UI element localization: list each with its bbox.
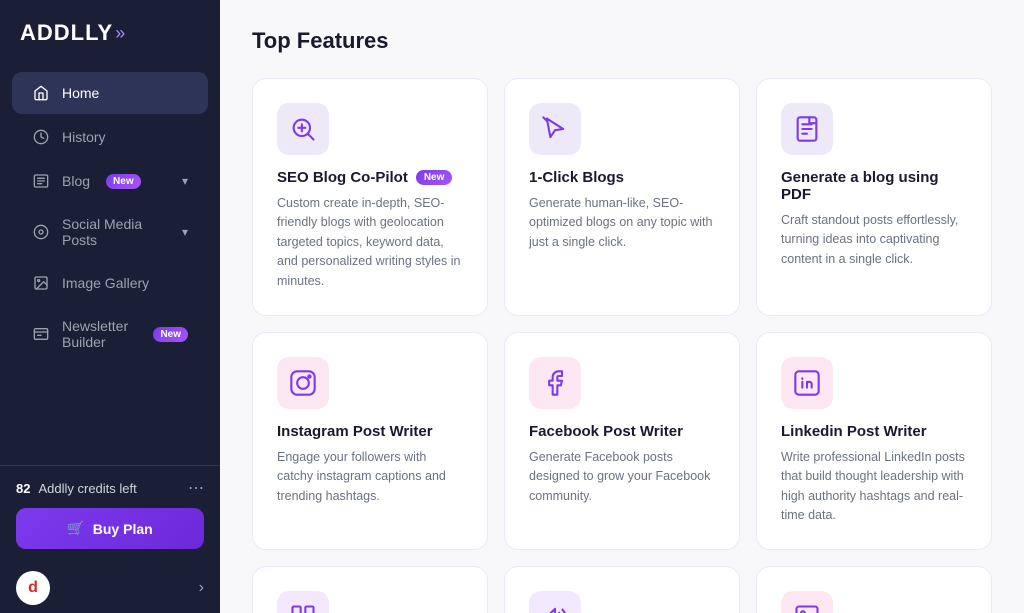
social-icon xyxy=(32,223,50,241)
buy-plan-icon: 🛒 xyxy=(67,520,84,537)
logo-arrow-icon: » xyxy=(115,23,125,44)
clock-icon xyxy=(32,128,50,146)
avatar-row: d › xyxy=(0,561,220,613)
sidebar-item-gallery-label: Image Gallery xyxy=(62,275,149,291)
feature-icon-seo-blog xyxy=(277,103,329,155)
feature-desc-facebook: Generate Facebook posts designed to grow… xyxy=(529,448,715,506)
newsletter-badge: New xyxy=(153,327,188,342)
blog-icon xyxy=(32,172,50,190)
sidebar: ADDLLY » Home History xyxy=(0,0,220,613)
sidebar-item-home[interactable]: Home xyxy=(12,72,208,114)
credits-row: 82 Addlly credits left ⋯ xyxy=(16,478,204,498)
feature-icon-one-click-blogs xyxy=(529,103,581,155)
feature-card-linkedin[interactable]: Linkedin Post Writer Write professional … xyxy=(756,332,992,551)
sidebar-item-blog[interactable]: Blog New ▾ xyxy=(12,160,208,202)
buy-plan-button[interactable]: 🛒 Buy Plan xyxy=(16,508,204,549)
credits-number: 82 xyxy=(16,481,30,496)
credits-more-icon[interactable]: ⋯ xyxy=(188,478,204,498)
sidebar-item-history[interactable]: History xyxy=(12,116,208,158)
blog-chevron-icon: ▾ xyxy=(182,174,188,188)
logo-text: ADDLLY xyxy=(20,20,113,46)
feature-icon-facebook xyxy=(529,357,581,409)
credits-label: Addlly credits left xyxy=(38,481,136,496)
feature-title-facebook: Facebook Post Writer xyxy=(529,423,715,440)
sidebar-nav: Home History Blog New ▾ xyxy=(0,62,220,465)
feature-card-blog-pdf[interactable]: Generate a blog using PDF Craft standout… xyxy=(756,78,992,316)
feature-icon-blog-pdf xyxy=(781,103,833,155)
buy-plan-label: Buy Plan xyxy=(93,521,153,537)
feature-title-blog-pdf: Generate a blog using PDF xyxy=(781,169,967,203)
social-chevron-icon: ▾ xyxy=(182,225,188,239)
sidebar-item-image-gallery[interactable]: Image Gallery xyxy=(12,262,208,304)
feature-icon-linkedin xyxy=(781,357,833,409)
features-grid: SEO Blog Co-PilotNew Custom create in-de… xyxy=(252,78,992,613)
sidebar-item-newsletter[interactable]: Newsletter Builder New xyxy=(12,306,208,362)
page-title: Top Features xyxy=(252,28,992,54)
feature-title-linkedin: Linkedin Post Writer xyxy=(781,423,967,440)
credits-info: 82 Addlly credits left xyxy=(16,481,137,496)
feature-card-image-gallery[interactable]: Image GalleryNew Choose from AI generate… xyxy=(756,566,992,613)
feature-title-seo-blog: SEO Blog Co-PilotNew xyxy=(277,169,463,186)
sidebar-item-newsletter-label: Newsletter Builder xyxy=(62,318,137,350)
sidebar-item-blog-label: Blog xyxy=(62,173,90,189)
main-content: Top Features SEO Blog Co-PilotNew Custom… xyxy=(220,0,1024,613)
home-icon xyxy=(32,84,50,102)
feature-desc-one-click-blogs: Generate human-like, SEO-optimized blogs… xyxy=(529,194,715,252)
feature-icon-newsletter-builder xyxy=(277,591,329,613)
image-icon xyxy=(32,274,50,292)
avatar-expand-icon[interactable]: › xyxy=(199,579,204,597)
blog-badge: New xyxy=(106,174,141,189)
feature-title-one-click-blogs: 1-Click Blogs xyxy=(529,169,715,186)
feature-icon-image-gallery xyxy=(781,591,833,613)
feature-desc-instagram: Engage your followers with catchy instag… xyxy=(277,448,463,506)
feature-badge-seo-blog: New xyxy=(416,170,453,185)
logo-area: ADDLLY » xyxy=(0,0,220,62)
feature-card-seo-blog[interactable]: SEO Blog Co-PilotNew Custom create in-de… xyxy=(252,78,488,316)
feature-card-one-click-blogs[interactable]: 1-Click Blogs Generate human-like, SEO-o… xyxy=(504,78,740,316)
feature-card-instagram[interactable]: Instagram Post Writer Engage your follow… xyxy=(252,332,488,551)
feature-icon-instagram xyxy=(277,357,329,409)
feature-card-press-release[interactable]: Press Release Quick Draft Get the word o… xyxy=(504,566,740,613)
sidebar-item-history-label: History xyxy=(62,129,106,145)
feature-desc-linkedin: Write professional LinkedIn posts that b… xyxy=(781,448,967,526)
feature-desc-seo-blog: Custom create in-depth, SEO-friendly blo… xyxy=(277,194,463,291)
feature-title-instagram: Instagram Post Writer xyxy=(277,423,463,440)
sidebar-item-social-label: Social Media Posts xyxy=(62,216,170,248)
sidebar-footer: 82 Addlly credits left ⋯ 🛒 Buy Plan xyxy=(0,465,220,561)
newsletter-icon xyxy=(32,325,50,343)
feature-card-facebook[interactable]: Facebook Post Writer Generate Facebook p… xyxy=(504,332,740,551)
feature-desc-blog-pdf: Craft standout posts effortlessly, turni… xyxy=(781,211,967,269)
sidebar-item-social[interactable]: Social Media Posts ▾ xyxy=(12,204,208,260)
sidebar-item-home-label: Home xyxy=(62,85,99,101)
avatar: d xyxy=(16,571,50,605)
feature-icon-press-release xyxy=(529,591,581,613)
feature-card-newsletter-builder[interactable]: Newsletter Builder Create high-convertin… xyxy=(252,566,488,613)
